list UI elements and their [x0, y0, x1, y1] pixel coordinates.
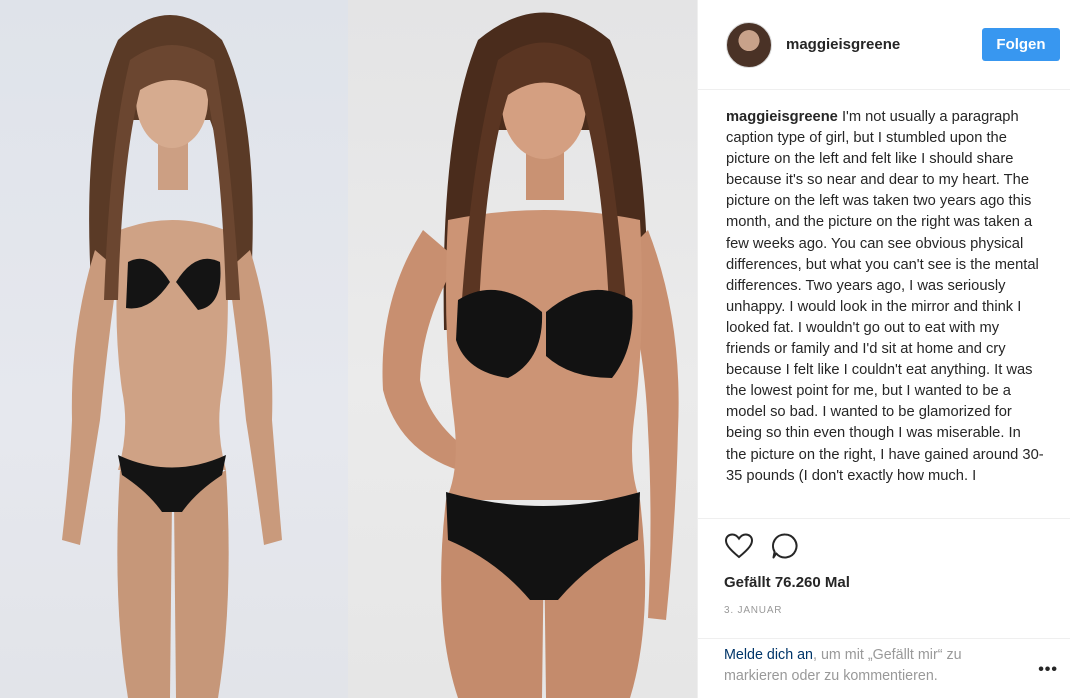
- login-link[interactable]: Melde dich an: [724, 647, 813, 663]
- instagram-post: maggieisgreene Folgen maggieisgreene I'm…: [0, 0, 1070, 698]
- likes-count[interactable]: Gefällt 76.260 Mal: [724, 574, 1070, 591]
- login-text: Melde dich an, um mit „Gefällt mir“ zu m…: [724, 645, 1014, 687]
- avatar[interactable]: [726, 21, 772, 68]
- post-side-panel: maggieisgreene Folgen maggieisgreene I'm…: [697, 0, 1070, 698]
- login-prompt: Melde dich an, um mit „Gefällt mir“ zu m…: [698, 638, 1070, 698]
- photo-before: [0, 0, 348, 698]
- post-date: 3. JANUAR: [724, 605, 783, 616]
- more-options-icon[interactable]: •••: [1038, 661, 1058, 679]
- caption-scroll-area[interactable]: maggieisgreene I'm not usually a paragra…: [726, 90, 1044, 518]
- header-username[interactable]: maggieisgreene: [786, 36, 900, 53]
- post-actions: Gefällt 76.260 Mal 3. JANUAR: [698, 518, 1070, 638]
- follow-button[interactable]: Folgen: [982, 28, 1060, 61]
- post-header: maggieisgreene Folgen: [698, 0, 1070, 90]
- post-media[interactable]: [0, 0, 697, 698]
- action-icons-row: [724, 531, 1070, 561]
- caption-username[interactable]: maggieisgreene: [726, 109, 838, 125]
- caption-text: I'm not usually a paragraph caption type…: [726, 109, 1044, 484]
- comment-icon[interactable]: [770, 531, 800, 561]
- before-figure-illustration: [62, 15, 282, 698]
- heart-icon[interactable]: [724, 531, 754, 561]
- photo-after: [348, 0, 697, 698]
- after-figure-illustration: [382, 12, 679, 698]
- caption: maggieisgreene I'm not usually a paragra…: [726, 107, 1044, 487]
